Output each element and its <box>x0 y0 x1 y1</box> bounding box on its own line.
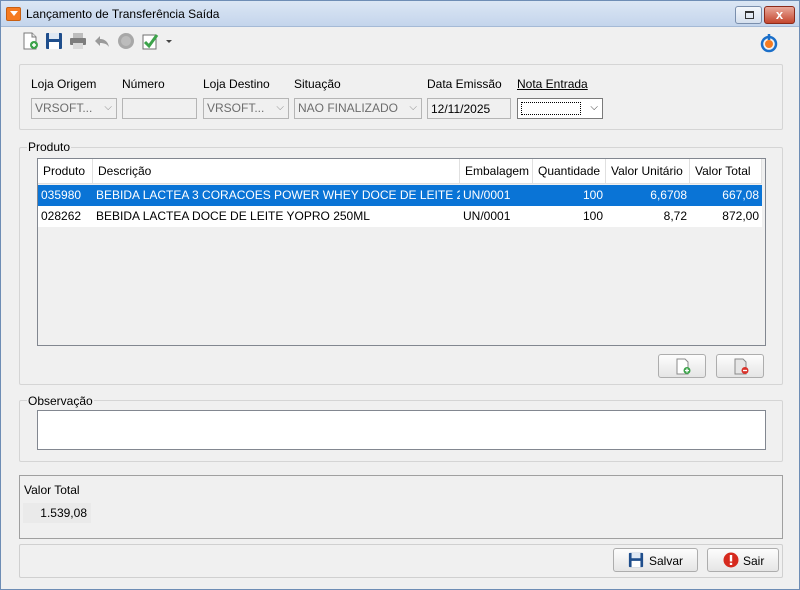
restore-button[interactable] <box>735 6 762 24</box>
app-icon <box>6 7 21 21</box>
chevron-down-icon: ⌵ <box>104 102 112 113</box>
new-document-icon <box>23 32 38 50</box>
remove-product-button[interactable] <box>716 354 764 378</box>
cell-quantidade: 100 <box>582 209 603 223</box>
cell-produto: 035980 <box>41 188 82 202</box>
restore-icon <box>745 11 754 19</box>
cell-embalagem: UN/0001 <box>463 209 511 223</box>
column-header-produto[interactable]: Produto <box>38 159 93 184</box>
sair-label: Sair <box>743 554 765 568</box>
close-button[interactable]: x <box>764 6 795 24</box>
situacao-select[interactable]: NAO FINALIZADO ⌵ <box>294 98 422 119</box>
observacao-group-title: Observação <box>27 394 94 408</box>
loja-origem-label: Loja Origem <box>31 77 97 91</box>
save-toolbar-button[interactable] <box>45 32 63 50</box>
loja-origem-select[interactable]: VRSOFT... ⌵ <box>31 98 117 119</box>
produto-table[interactable]: Produto Descrição Embalagem Quantidade V… <box>37 158 766 346</box>
header-groupbox <box>19 64 783 130</box>
numero-label: Número <box>122 77 165 91</box>
loja-destino-label: Loja Destino <box>203 77 270 91</box>
cell-valor-unitario: 8,72 <box>663 209 687 223</box>
cell-valor-total: 872,00 <box>722 209 759 223</box>
salvar-label: Salvar <box>649 554 684 568</box>
loja-destino-select[interactable]: VRSOFT... ⌵ <box>203 98 289 119</box>
undo-icon <box>95 36 109 47</box>
exit-icon <box>723 552 739 568</box>
dropdown-arrow-icon <box>166 40 172 43</box>
undo-button[interactable] <box>93 32 111 50</box>
cell-valor-total: 667,08 <box>722 188 759 202</box>
situacao-value: NAO FINALIZADO <box>298 101 399 115</box>
add-document-icon <box>676 358 691 375</box>
cell-embalagem: UN/0001 <box>463 188 511 202</box>
approve-dropdown[interactable] <box>164 32 174 50</box>
cancel-icon <box>118 33 134 49</box>
approve-check-icon <box>142 34 159 50</box>
totals-panel: Valor Total 1.539,08 <box>19 475 783 539</box>
table-row[interactable]: 028262 BEBIDA LACTEA DOCE DE LEITE YOPRO… <box>38 206 762 227</box>
salvar-button[interactable]: Salvar <box>613 548 698 572</box>
cell-valor-unitario: 6,6708 <box>650 188 687 202</box>
print-button[interactable] <box>69 32 87 50</box>
new-document-button[interactable] <box>21 32 39 50</box>
add-product-button[interactable] <box>658 354 706 378</box>
column-header-valor-unitario[interactable]: Valor Unitário <box>606 159 690 184</box>
chevron-down-icon: ⌵ <box>276 102 284 113</box>
loja-origem-value: VRSOFT... <box>35 101 93 115</box>
observacao-textarea[interactable] <box>37 410 766 450</box>
cell-quantidade: 100 <box>582 188 603 202</box>
data-emissao-label: Data Emissão <box>427 77 502 91</box>
valor-total-value: 1.539,08 <box>23 503 91 523</box>
print-icon <box>70 33 86 49</box>
nota-entrada-select[interactable]: ⌵ <box>517 98 603 119</box>
refresh-button[interactable] <box>759 33 779 53</box>
chevron-down-icon: ⌵ <box>409 102 417 113</box>
situacao-label: Situação <box>294 77 341 91</box>
chevron-down-icon: ⌵ <box>590 102 598 113</box>
produto-group-title: Produto <box>27 140 72 154</box>
cell-descricao: BEBIDA LACTEA 3 CORACOES POWER WHEY DOCE… <box>96 188 460 202</box>
column-header-quantidade[interactable]: Quantidade <box>533 159 606 184</box>
close-icon: x <box>775 7 784 22</box>
loja-destino-value: VRSOFT... <box>207 101 265 115</box>
numero-field[interactable] <box>122 98 197 119</box>
sair-button[interactable]: Sair <box>707 548 779 572</box>
table-row[interactable]: 035980 BEBIDA LACTEA 3 CORACOES POWER WH… <box>38 185 762 206</box>
column-header-embalagem[interactable]: Embalagem <box>460 159 533 184</box>
title-bar[interactable]: Lançamento de Transferência Saída x <box>1 1 799 27</box>
valor-total-label: Valor Total <box>24 483 80 497</box>
column-header-descricao[interactable]: Descrição <box>93 159 460 184</box>
column-header-valor-total[interactable]: Valor Total <box>690 159 762 184</box>
save-icon <box>628 552 644 568</box>
cancel-button[interactable] <box>117 32 135 50</box>
data-emissao-field[interactable]: 12/11/2025 <box>427 98 511 119</box>
table-header: Produto Descrição Embalagem Quantidade V… <box>38 159 762 184</box>
cell-produto: 028262 <box>41 209 82 223</box>
nota-entrada-link[interactable]: Nota Entrada <box>517 77 588 91</box>
window-title: Lançamento de Transferência Saída <box>26 7 220 21</box>
cell-descricao: BEBIDA LACTEA DOCE DE LEITE YOPRO 250ML <box>96 209 370 223</box>
save-icon <box>46 33 62 49</box>
nota-entrada-focus <box>521 102 581 115</box>
refresh-icon <box>760 34 778 53</box>
remove-document-icon <box>734 358 749 375</box>
approve-button[interactable] <box>141 32 159 50</box>
main-window: Lançamento de Transferência Saída x Loja… <box>0 0 800 590</box>
